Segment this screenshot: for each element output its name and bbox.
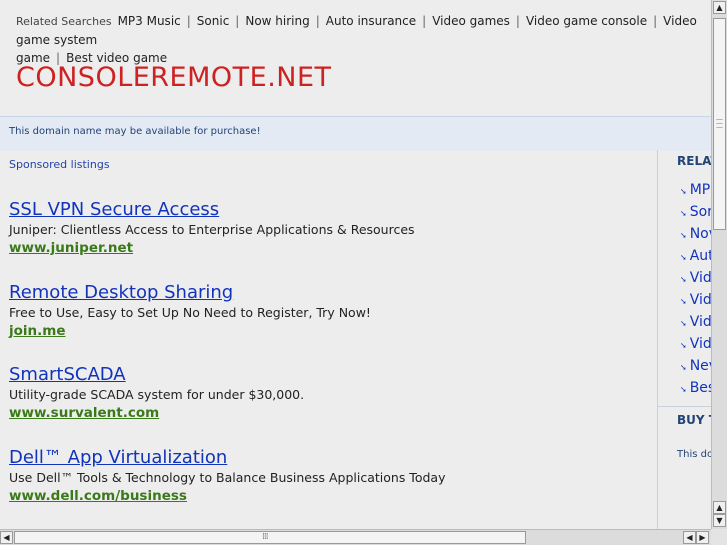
related-sidebar-item[interactable]: ➘Bes bbox=[680, 378, 711, 400]
horizontal-scrollbar[interactable]: ◀ ⁞⁞⁞ ◀ ▶ bbox=[0, 529, 711, 545]
listing-description: Use Dell™ Tools & Technology to Balance … bbox=[9, 470, 446, 485]
scrollbar-corner bbox=[711, 529, 727, 545]
listing-title-link[interactable]: SmartSCADA bbox=[9, 364, 304, 386]
vertical-scroll-thumb[interactable]: — — — bbox=[713, 18, 726, 230]
related-search-link[interactable]: Auto insurance bbox=[326, 14, 416, 28]
separator: | bbox=[515, 14, 520, 28]
related-sidebar-list: ➘MP ➘Sor ➘Nov ➘Aut ➘Vid ➘Vid ➘Vid ➘Vid ➘… bbox=[680, 180, 711, 400]
separator: | bbox=[315, 14, 320, 28]
arrow-icon: ➘ bbox=[680, 319, 687, 328]
availability-text[interactable]: This domain name may be available for pu… bbox=[9, 126, 261, 137]
related-search-link[interactable]: Sonic bbox=[197, 14, 230, 28]
scroll-down-button[interactable]: ▼ bbox=[713, 514, 726, 527]
separator: | bbox=[235, 14, 240, 28]
grip-icon: — — — bbox=[716, 115, 723, 131]
sponsored-listing: Dell™ App Virtualization Use Dell™ Tools… bbox=[9, 447, 445, 505]
scroll-right-button[interactable]: ▶ bbox=[696, 531, 709, 544]
related-sidebar-item[interactable]: ➘ Vid bbox=[680, 334, 711, 356]
horizontal-scroll-thumb[interactable]: ⁞⁞⁞ bbox=[14, 531, 526, 544]
arrow-icon: ➘ bbox=[680, 385, 687, 394]
arrow-icon: ➘ bbox=[680, 363, 687, 372]
listing-url-link[interactable]: www.juniper.net bbox=[9, 239, 415, 257]
related-search-link[interactable]: MP3 Music bbox=[118, 14, 181, 28]
arrow-icon: ➘ bbox=[680, 187, 687, 196]
related-sidebar-link[interactable]: Bes bbox=[690, 380, 711, 396]
related-sidebar-item[interactable]: ➘ MP bbox=[680, 180, 711, 202]
page-viewport: Related Searches MP3 Music | Sonic | Now hiri… bbox=[0, 0, 711, 529]
related-sidebar-link[interactable]: Vid bbox=[690, 314, 711, 330]
listing-url-link[interactable]: www.survalent.com bbox=[9, 404, 304, 422]
related-sidebar-item[interactable]: ➘ Vid bbox=[680, 268, 711, 290]
related-sidebar-heading: RELAT bbox=[677, 154, 711, 168]
vertical-scrollbar[interactable]: ▲ — — — ▲ ▼ bbox=[711, 0, 727, 529]
related-sidebar: RELAT ➘MP ➘Sor ➘Nov ➘Aut ➘Vid ➘Vid ➘Vid … bbox=[657, 150, 711, 529]
grip-icon: ⁞⁞⁞ bbox=[262, 532, 269, 542]
listing-url-link[interactable]: www.dell.com/business bbox=[9, 487, 445, 505]
listing-description: Free to Use, Easy to Set Up No Need to R… bbox=[9, 305, 371, 320]
scroll-up-button[interactable]: ▲ bbox=[713, 1, 726, 14]
related-sidebar-link[interactable]: Vid bbox=[690, 270, 711, 286]
sponsored-label: Sponsored listings bbox=[9, 158, 110, 171]
related-sidebar-link[interactable]: Nov bbox=[690, 226, 711, 242]
arrow-icon: ➘ bbox=[680, 231, 687, 240]
related-search-link[interactable]: Video games bbox=[432, 14, 510, 28]
related-sidebar-item[interactable]: ➘Nov bbox=[680, 224, 711, 246]
sponsored-listing: SmartSCADA Utility-grade SCADA system fo… bbox=[9, 364, 304, 422]
arrow-icon: ➘ bbox=[680, 297, 687, 306]
related-sidebar-link[interactable]: Aut bbox=[690, 248, 711, 264]
buy-domain-text[interactable]: This dor bbox=[677, 449, 711, 460]
related-searches-bar: Related Searches MP3 Music | Sonic | Now hiri… bbox=[16, 12, 711, 67]
related-searches-label: Related Searches bbox=[16, 15, 112, 28]
listing-description: Juniper: Clientless Access to Enterprise… bbox=[9, 222, 415, 237]
listing-title-link[interactable]: SSL VPN Secure Access bbox=[9, 199, 415, 221]
site-title: CONSOLEREMOTE.NET bbox=[16, 62, 332, 93]
arrow-icon: ➘ bbox=[680, 341, 687, 350]
sponsored-listing: SSL VPN Secure Access Juniper: Clientles… bbox=[9, 199, 415, 257]
listing-title-link[interactable]: Dell™ App Virtualization bbox=[9, 447, 445, 469]
availability-bar: This domain name may be available for pu… bbox=[0, 116, 711, 151]
listing-title-link[interactable]: Remote Desktop Sharing bbox=[9, 282, 371, 304]
listing-url-link[interactable]: join.me bbox=[9, 322, 371, 340]
arrow-icon: ➘ bbox=[680, 209, 687, 218]
related-sidebar-item[interactable]: ➘ Sor bbox=[680, 202, 711, 224]
related-sidebar-item[interactable]: ➘ Vid bbox=[680, 290, 711, 312]
related-sidebar-link[interactable]: Nev bbox=[690, 358, 711, 374]
scroll-left-button-right[interactable]: ◀ bbox=[683, 531, 696, 544]
related-sidebar-item[interactable]: ➘ Aut bbox=[680, 246, 711, 268]
scroll-up-button-lower[interactable]: ▲ bbox=[713, 501, 726, 514]
related-sidebar-link[interactable]: Sor bbox=[690, 204, 711, 220]
separator: | bbox=[422, 14, 427, 28]
related-sidebar-item[interactable]: ➘ Vid bbox=[680, 312, 711, 334]
related-sidebar-link[interactable]: Vid bbox=[690, 336, 711, 352]
separator: | bbox=[653, 14, 658, 28]
arrow-icon: ➘ bbox=[680, 253, 687, 262]
listing-description: Utility-grade SCADA system for under $30… bbox=[9, 387, 305, 402]
related-search-link[interactable]: Video game console bbox=[526, 14, 647, 28]
sponsored-listing: Remote Desktop Sharing Free to Use, Easy… bbox=[9, 282, 371, 340]
sidebar-divider bbox=[658, 406, 711, 407]
scroll-left-button[interactable]: ◀ bbox=[0, 531, 13, 544]
related-sidebar-link[interactable]: MP bbox=[690, 182, 711, 198]
separator: | bbox=[186, 14, 191, 28]
related-search-link[interactable]: Now hiring bbox=[245, 14, 309, 28]
related-sidebar-link[interactable]: Vid bbox=[690, 292, 711, 308]
related-sidebar-item[interactable]: ➘Nev bbox=[680, 356, 711, 378]
arrow-icon: ➘ bbox=[680, 275, 687, 284]
buy-domain-heading: BUY T bbox=[677, 413, 711, 427]
